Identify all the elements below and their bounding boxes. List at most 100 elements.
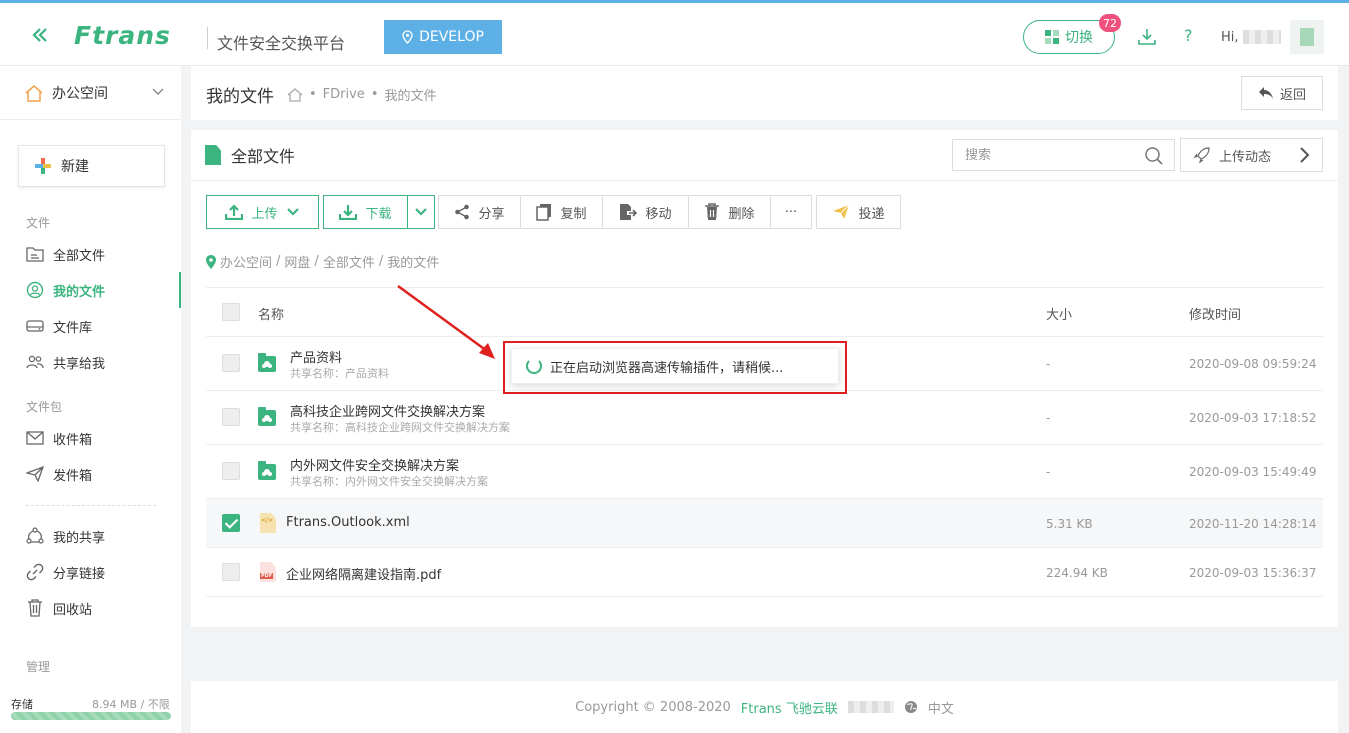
envelope-icon: [26, 429, 44, 447]
home-icon[interactable]: [287, 87, 303, 102]
breadcrumb-dot: •: [370, 87, 379, 102]
path-item[interactable]: 全部文件: [323, 252, 375, 271]
home-icon: [25, 84, 43, 102]
sidebar-item-outbox[interactable]: 发件箱: [0, 456, 181, 492]
search-input[interactable]: [965, 147, 1135, 163]
environment-badge[interactable]: DEVELOP: [384, 20, 502, 54]
shared-folder-icon: [258, 353, 276, 372]
sidebar-item-all-files[interactable]: 全部文件: [0, 236, 181, 272]
app-logo[interactable]: Ftrans: [74, 21, 171, 50]
file-name[interactable]: 企业网络隔离建设指南.pdf: [286, 564, 441, 583]
language-switch[interactable]: 中文: [928, 698, 954, 717]
column-header-size[interactable]: 大小: [1046, 304, 1072, 323]
panel-title: 全部文件: [205, 143, 295, 167]
table-row[interactable]: 企业网络隔离建设指南.pdf 224.94 KB 2020-09-03 15:3…: [206, 548, 1323, 597]
chevron-down-icon: [152, 88, 164, 95]
sidebar-divider: [26, 505, 156, 506]
breadcrumb-item[interactable]: FDrive: [323, 87, 365, 102]
users-icon: [26, 353, 44, 371]
storage-progress-bar: [11, 712, 171, 720]
download-icon: [339, 204, 358, 220]
sidebar-item-my-shares[interactable]: 我的共享: [0, 518, 181, 554]
section-label-files: 文件: [26, 216, 51, 230]
sidebar-item-my-files[interactable]: 我的文件: [0, 272, 181, 308]
collapse-back-icon[interactable]: [28, 23, 52, 47]
sidebar-item-library[interactable]: 文件库: [0, 308, 181, 344]
sidebar-item-recycle-bin[interactable]: 回收站: [0, 590, 181, 626]
download-tray-icon[interactable]: [1137, 27, 1157, 47]
search-icon[interactable]: [1144, 146, 1164, 166]
table-row[interactable]: 高科技企业跨网文件交换解决方案 共享名称：高科技企业跨网文件交换解决方案 - 2…: [206, 391, 1323, 445]
chevron-right-icon: [1300, 147, 1310, 163]
row-checkbox[interactable]: [222, 408, 240, 426]
trash-icon: [704, 203, 720, 221]
upload-activity-button[interactable]: 上传动态: [1180, 138, 1323, 172]
reply-arrow-icon: [1258, 87, 1273, 99]
path-item[interactable]: 办公空间: [220, 252, 272, 271]
share-button[interactable]: 分享: [438, 195, 521, 229]
sidebar-item-inbox[interactable]: 收件箱: [0, 420, 181, 456]
file-modified: 2020-09-03 15:36:37: [1189, 566, 1317, 580]
globe-icon: [904, 701, 917, 713]
sidebar-item-shared-with-me[interactable]: 共享给我: [0, 344, 181, 380]
breadcrumb-item: 我的文件: [384, 89, 437, 104]
file-modified: 2020-09-03 17:18:52: [1189, 411, 1317, 425]
new-label: 新建: [61, 159, 89, 175]
copy-label: 复制: [560, 206, 587, 222]
shared-folder-icon: [258, 461, 276, 480]
rocket-icon: [1193, 147, 1210, 164]
row-checkbox[interactable]: [222, 514, 240, 532]
toast-message: 正在启动浏览器高速传输插件，请稍候...: [550, 360, 784, 376]
loading-spinner-icon: [526, 358, 542, 374]
new-button[interactable]: 新建: [18, 145, 165, 187]
table-row[interactable]: Ftrans.Outlook.xml 5.31 KB 2020-11-20 14…: [206, 499, 1323, 548]
return-label: 返回: [1279, 87, 1306, 103]
file-name[interactable]: 产品资料: [290, 347, 342, 366]
file-modified: 2020-09-03 15:49:49: [1189, 465, 1317, 479]
switch-label: 切换: [1065, 30, 1093, 46]
upload-activity-label: 上传动态: [1219, 149, 1272, 165]
column-header-name[interactable]: 名称: [258, 304, 284, 323]
deliver-button[interactable]: 投递: [816, 195, 901, 229]
select-all-checkbox[interactable]: [222, 303, 240, 321]
column-header-modified[interactable]: 修改时间: [1189, 304, 1241, 323]
path-item[interactable]: 网盘: [284, 252, 310, 271]
search-box[interactable]: [952, 139, 1175, 171]
file-name[interactable]: Ftrans.Outlook.xml: [286, 515, 410, 530]
copy-button[interactable]: 复制: [520, 195, 603, 229]
download-label: 下载: [365, 206, 392, 222]
row-checkbox[interactable]: [222, 563, 240, 581]
sidebar-item-label: 文件库: [53, 320, 93, 336]
sidebar-item-label: 收件箱: [53, 432, 93, 448]
delete-button[interactable]: 删除: [688, 195, 771, 229]
help-icon[interactable]: ?: [1184, 26, 1193, 45]
file-name[interactable]: 内外网文件安全交换解决方案: [290, 455, 459, 474]
logo-divider: [207, 27, 208, 49]
copy-icon: [536, 203, 552, 221]
path-separator: /: [314, 254, 319, 269]
upload-button[interactable]: 上传: [206, 195, 319, 229]
sidebar-item-share-links[interactable]: 分享链接: [0, 554, 181, 590]
table-row[interactable]: 内外网文件安全交换解决方案 共享名称：内外网文件安全交换解决方案 - 2020-…: [206, 445, 1323, 499]
share-icon: [454, 204, 470, 220]
avatar[interactable]: [1290, 20, 1324, 54]
footer-brand[interactable]: Ftrans 飞驰云联: [741, 698, 838, 717]
download-button[interactable]: 下载: [323, 195, 408, 229]
plus-icon: [35, 158, 51, 174]
row-checkbox[interactable]: [222, 354, 240, 372]
return-button[interactable]: 返回: [1241, 76, 1323, 110]
share-cycle-icon: [26, 527, 44, 545]
file-name[interactable]: 高科技企业跨网文件交换解决方案: [290, 401, 485, 420]
row-checkbox[interactable]: [222, 462, 240, 480]
environment-label: DEVELOP: [419, 29, 484, 45]
download-dropdown-toggle[interactable]: [407, 195, 435, 229]
notification-count-badge: 72: [1099, 14, 1121, 32]
delete-label: 删除: [728, 206, 755, 222]
more-actions-button[interactable]: ···: [770, 195, 812, 229]
share-label: 分享: [478, 206, 505, 222]
location-pin-icon: [402, 30, 413, 44]
storage-usage: 8.94 MB / 不限: [92, 698, 170, 711]
user-circle-icon: [26, 281, 44, 299]
move-button[interactable]: 移动: [602, 195, 689, 229]
workspace-select[interactable]: 办公空间: [0, 66, 181, 120]
